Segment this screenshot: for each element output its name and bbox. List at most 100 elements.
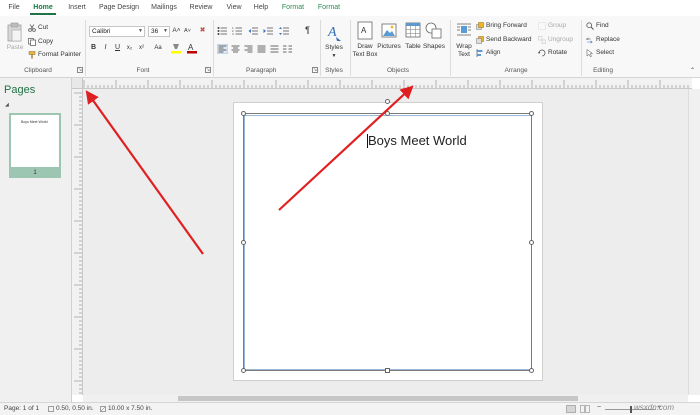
font-size-value: 36 (151, 28, 159, 35)
tab-mailings[interactable]: Mailings (149, 3, 179, 15)
increase-indent-icon[interactable] (263, 26, 274, 36)
clipboard-launcher-icon[interactable]: ↘ (77, 67, 83, 73)
ungroup-button[interactable]: Ungroup (548, 35, 573, 44)
tab-help[interactable]: Help (252, 3, 270, 15)
styles-icon[interactable]: A (326, 22, 342, 42)
vertical-ruler[interactable] (72, 89, 83, 395)
tab-review[interactable]: Review (188, 3, 214, 15)
bold-button[interactable]: B (89, 43, 98, 53)
tab-insert[interactable]: Insert (66, 3, 88, 15)
find-button[interactable]: Find (596, 21, 609, 30)
numbering-icon[interactable]: 1 2 3 (232, 26, 243, 36)
two-page-view-icon[interactable] (580, 405, 590, 413)
show-formatting-marks-button[interactable]: ¶ (303, 25, 312, 35)
align-left-icon[interactable] (217, 44, 228, 54)
status-page[interactable]: Page: 1 of 1 (4, 405, 39, 412)
draw-text-box-button[interactable]: Draw (352, 43, 378, 51)
resize-handle-top-left[interactable] (241, 111, 246, 116)
resize-handle-right[interactable] (529, 240, 534, 245)
align-center-icon[interactable] (230, 44, 241, 54)
table-icon[interactable] (405, 21, 421, 41)
rotate-button[interactable]: Rotate (548, 48, 567, 57)
decrease-indent-icon[interactable] (248, 26, 259, 36)
line-spacing-icon[interactable] (279, 26, 290, 36)
wrap-text-button[interactable]: Wrap (454, 43, 474, 51)
send-backward-button[interactable]: Send Backward (486, 35, 532, 44)
status-bar: Page: 1 of 1 0.50, 0.50 in. 10.00 x 7.50… (0, 402, 700, 415)
zoom-slider-thumb[interactable] (630, 406, 632, 413)
subscript-button[interactable]: x₂ (125, 43, 134, 53)
resize-handle-top[interactable] (385, 111, 390, 116)
status-size: 10.00 x 7.50 in. (108, 405, 153, 412)
bring-forward-icon (476, 22, 484, 30)
tab-file[interactable]: File (6, 3, 22, 15)
tab-format-textbox[interactable]: Format (279, 3, 307, 15)
distribute-icon[interactable] (269, 44, 280, 54)
font-size-select[interactable]: 36 ▼ (148, 26, 170, 37)
bring-forward-button[interactable]: Bring Forward (486, 21, 527, 30)
draw-text-box-icon[interactable]: A (357, 21, 373, 41)
tab-page-design[interactable]: Page Design (97, 3, 141, 15)
italic-button[interactable]: I (101, 43, 110, 53)
chevron-down-icon[interactable]: ▼ (331, 52, 337, 60)
paste-button[interactable]: Paste (5, 44, 25, 52)
align-button[interactable]: Align (486, 48, 500, 57)
pictures-icon[interactable] (381, 21, 397, 41)
table-button[interactable]: Table (403, 43, 423, 51)
justify-icon[interactable] (256, 44, 267, 54)
columns-icon[interactable] (282, 44, 293, 54)
resize-handle-bottom[interactable] (385, 368, 390, 373)
shapes-button[interactable]: Shapes (422, 43, 446, 51)
vertical-scrollbar[interactable] (688, 89, 700, 395)
font-color-icon[interactable]: A (186, 43, 198, 54)
font-name-select[interactable]: Calibri ▼ (89, 26, 145, 37)
tab-format-picture[interactable]: Format (315, 3, 343, 15)
paragraph-launcher-icon[interactable]: ↘ (312, 67, 318, 73)
resize-handle-bottom-left[interactable] (241, 368, 246, 373)
svg-text:3: 3 (232, 32, 234, 36)
superscript-button[interactable]: x² (137, 43, 146, 53)
replace-button[interactable]: Replace (596, 35, 620, 44)
shapes-icon[interactable] (425, 21, 443, 41)
group-divider (450, 20, 451, 76)
ruler-corner (72, 78, 83, 89)
styles-button[interactable]: Styles (322, 44, 346, 52)
format-painter-button[interactable]: Format Painter (38, 50, 81, 59)
tab-home[interactable]: Home (30, 3, 56, 15)
rotate-handle[interactable] (385, 99, 390, 104)
change-case-button[interactable]: Aa (152, 43, 164, 53)
horizontal-ruler[interactable] (72, 78, 692, 89)
collapse-triangle-icon[interactable]: ◢ (5, 102, 9, 108)
selected-text-box[interactable] (243, 113, 532, 371)
grow-font-button[interactable]: A˄ (172, 26, 181, 36)
select-button[interactable]: Select (596, 48, 614, 57)
resize-handle-bottom-right[interactable] (529, 368, 534, 373)
find-icon (586, 22, 594, 30)
group-divider (85, 20, 86, 76)
document-text[interactable]: Boys Meet World (368, 133, 467, 148)
clear-formatting-icon[interactable]: ✖ (198, 26, 207, 36)
copy-button[interactable]: Copy (38, 37, 53, 46)
single-page-view-icon[interactable] (566, 405, 576, 413)
tab-view[interactable]: View (224, 3, 244, 15)
align-right-icon[interactable] (243, 44, 254, 54)
pictures-button[interactable]: Pictures (377, 43, 401, 51)
horizontal-scrollbar-thumb[interactable] (178, 396, 578, 401)
zoom-out-button[interactable]: − (597, 404, 601, 411)
shrink-font-button[interactable]: A˅ (183, 26, 192, 36)
highlight-icon[interactable] (170, 43, 182, 54)
collapse-ribbon-icon[interactable]: ⌃ (690, 67, 695, 76)
underline-button[interactable]: U (113, 43, 122, 53)
cut-button[interactable]: Cut (38, 23, 48, 32)
status-position: 0.50, 0.50 in. (56, 405, 94, 412)
paste-icon[interactable] (7, 22, 23, 42)
page-thumbnail[interactable]: Boys Meet World (9, 113, 61, 169)
resize-handle-top-right[interactable] (529, 111, 534, 116)
wrap-text-icon[interactable] (456, 21, 472, 41)
bullets-icon[interactable] (217, 26, 228, 36)
thumbnail-text: Boys Meet World (21, 120, 48, 124)
resize-handle-left[interactable] (241, 240, 246, 245)
font-launcher-icon[interactable]: ↘ (205, 67, 211, 73)
cut-icon (28, 24, 36, 32)
group-button[interactable]: Group (548, 21, 566, 30)
